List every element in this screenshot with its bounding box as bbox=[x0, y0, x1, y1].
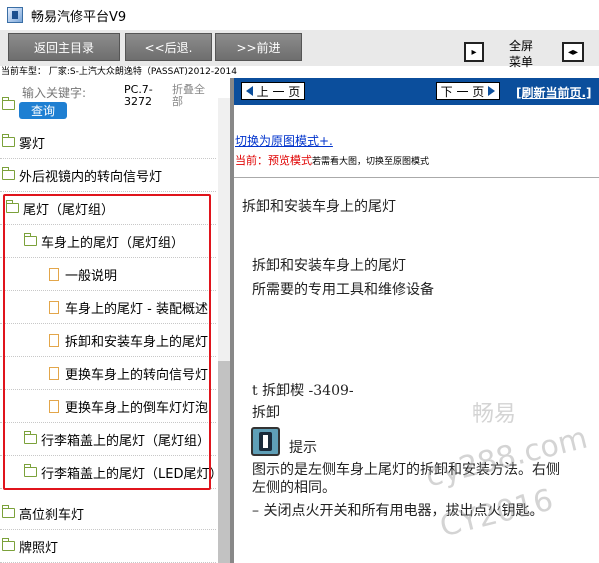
left-tree-pane: 输入关键字: 查询 PC.7-3272 折叠全部 雾灯 外后视镜内的转向信号灯 … bbox=[0, 78, 234, 563]
tree-item-high-brake-lamp[interactable]: 高位刹车灯 bbox=[0, 497, 216, 530]
toolbar: 返回主目录 <<后退. >>前进 ▸ 全屏 菜单 ◂▸ bbox=[0, 30, 599, 69]
tree-item-label: 雾灯 bbox=[19, 136, 46, 152]
keyword-label: 输入关键字: bbox=[22, 86, 87, 100]
watermark-site: cy288.com bbox=[422, 420, 591, 495]
next-page-label: 下 一 页 bbox=[440, 84, 485, 99]
tree-item-label: 更换车身上的倒车灯灯泡 bbox=[65, 400, 209, 416]
info-note-icon bbox=[251, 427, 280, 456]
query-button[interactable]: 查询 bbox=[19, 102, 67, 119]
tree-item-replace-turn-signal[interactable]: 更换车身上的转向信号灯 bbox=[0, 357, 216, 390]
doc-heading: 拆卸和安装车身上的尾灯 bbox=[242, 199, 396, 215]
tree-item-assembly-overview[interactable]: 车身上的尾灯 - 装配概述 bbox=[0, 291, 216, 324]
watermark-brand: 畅易 bbox=[472, 402, 517, 427]
app-window: 畅易汽修平台V9 返回主目录 <<后退. >>前进 ▸ 全屏 菜单 ◂▸ 当前车… bbox=[0, 0, 599, 563]
tree-item-replace-reverse-bulb[interactable]: 更换车身上的倒车灯灯泡 bbox=[0, 390, 216, 423]
doc-note-text-1: 图示的是左侧车身上尾灯的拆卸和安装方法。右侧 bbox=[252, 462, 560, 478]
tree-item-trunk-tail-lamp[interactable]: 行李箱盖上的尾灯（尾灯组） bbox=[0, 423, 216, 456]
content-separator bbox=[234, 177, 599, 178]
forward-button[interactable]: >>前进 bbox=[215, 33, 302, 61]
switch-original-mode-link[interactable]: 切换为原图模式+. bbox=[235, 132, 333, 149]
left-scrollbar-thumb[interactable] bbox=[218, 361, 230, 563]
page-nav-bar: 上 一 页 下 一 页 [刷新当前页.] bbox=[234, 78, 599, 105]
folder-icon bbox=[1, 538, 15, 551]
doc-note-text-2: 左侧的相同。 bbox=[252, 480, 336, 496]
tree-item-label: 尾灯（尾灯组） bbox=[23, 202, 115, 218]
prev-page-button[interactable]: 上 一 页 bbox=[241, 82, 305, 100]
home-button[interactable]: 返回主目录 bbox=[8, 33, 120, 61]
next-page-button[interactable]: 下 一 页 bbox=[436, 82, 500, 100]
mode-hint: 若需看大图，切换至原图模式 bbox=[312, 157, 430, 167]
left-scrollbar[interactable] bbox=[218, 98, 230, 563]
tree-item-body-tail-lamp[interactable]: 车身上的尾灯（尾灯组） bbox=[0, 225, 216, 258]
doc-step-1: – 关闭点火开关和所有用电器，拔出点火钥匙。 bbox=[252, 503, 544, 519]
folder-icon bbox=[1, 134, 15, 147]
arrow-right-icon bbox=[488, 86, 496, 96]
tree-item-mirror-turn-signal[interactable]: 外后视镜内的转向信号灯 bbox=[0, 159, 216, 192]
tree-item-label: 行李箱盖上的尾灯（尾灯组） bbox=[41, 433, 211, 449]
tree-item-label: 拆卸和安装车身上的尾灯 bbox=[65, 334, 209, 350]
current-mode-prefix: 当前： bbox=[235, 154, 268, 167]
current-mode-value: 预览模式 bbox=[268, 154, 312, 167]
tree-item-label: 行李箱盖上的尾灯（LED尾灯） bbox=[41, 466, 216, 482]
prev-page-label: 上 一 页 bbox=[256, 84, 301, 99]
tree-item-license-lamp[interactable]: 牌照灯 bbox=[0, 530, 216, 563]
doc-title: 拆卸和安装车身上的尾灯 bbox=[252, 258, 406, 274]
document-icon bbox=[49, 366, 59, 380]
title-bar: 畅易汽修平台V9 bbox=[0, 0, 599, 30]
pc-code: PC.7-3272 bbox=[124, 83, 153, 108]
fullscreen-label: 全屏 bbox=[508, 39, 533, 53]
doc-tools-line: 所需要的专用工具和维修设备 bbox=[252, 282, 434, 298]
window-title: 畅易汽修平台V9 bbox=[31, 9, 127, 25]
tree-item-fog-lamp[interactable]: 雾灯 bbox=[0, 126, 216, 159]
tree-item-label: 车身上的尾灯（尾灯组） bbox=[41, 235, 185, 251]
doc-note-label: 提示 bbox=[289, 440, 317, 456]
expand-both-icon[interactable]: ◂▸ bbox=[562, 42, 584, 62]
app-logo-icon bbox=[7, 7, 23, 23]
document-viewer: 上 一 页 下 一 页 [刷新当前页.] 切换为原图模式+. 当前：预览模式若需… bbox=[234, 78, 599, 563]
doc-tool-item: t 拆卸楔 -3409- bbox=[252, 383, 354, 399]
current-model-line: 当前车型： 厂家:S-上汽大众朗逸特（PASSAT)2012-2014 bbox=[1, 67, 237, 77]
document-icon bbox=[49, 399, 59, 413]
folder-open-icon bbox=[23, 233, 37, 246]
tree-item-label: 高位刹车灯 bbox=[19, 507, 85, 523]
document-icon bbox=[49, 267, 59, 281]
tree-item-trunk-led-lamp[interactable]: 行李箱盖上的尾灯（LED尾灯） bbox=[0, 456, 216, 489]
arrow-left-icon bbox=[245, 86, 253, 96]
folder-icon bbox=[1, 167, 15, 180]
current-mode-line: 当前：预览模式若需看大图，切换至原图模式 bbox=[235, 152, 429, 168]
tree-item-label: 一般说明 bbox=[65, 268, 118, 284]
refresh-page-link[interactable]: [刷新当前页.] bbox=[516, 84, 592, 101]
document-icon bbox=[49, 300, 59, 314]
folder-open-icon bbox=[5, 200, 19, 213]
back-button[interactable]: <<后退. bbox=[125, 33, 212, 61]
tree-item-label: 更换车身上的转向信号灯 bbox=[65, 367, 209, 383]
tree-item-general-info[interactable]: 一般说明 bbox=[0, 258, 216, 291]
tree-item-label: 牌照灯 bbox=[19, 540, 59, 556]
collapse-left-icon[interactable]: ▸ bbox=[464, 42, 484, 62]
folder-icon bbox=[1, 505, 15, 518]
document-icon bbox=[49, 333, 59, 347]
folder-icon bbox=[23, 431, 37, 444]
collapse-all-button[interactable]: 折叠全部 bbox=[172, 84, 212, 108]
tree-item-tail-lamp[interactable]: 尾灯（尾灯组） bbox=[0, 192, 216, 225]
tree-item-label: 车身上的尾灯 - 装配概述 bbox=[65, 301, 208, 317]
tree-item-remove-install[interactable]: 拆卸和安装车身上的尾灯 bbox=[0, 324, 216, 357]
folder-icon bbox=[1, 97, 15, 110]
doc-section-remove: 拆卸 bbox=[252, 405, 280, 421]
search-row: 输入关键字: 查询 PC.7-3272 折叠全部 bbox=[0, 78, 218, 126]
folder-icon bbox=[23, 464, 37, 477]
tree-item-label: 外后视镜内的转向信号灯 bbox=[19, 169, 163, 185]
